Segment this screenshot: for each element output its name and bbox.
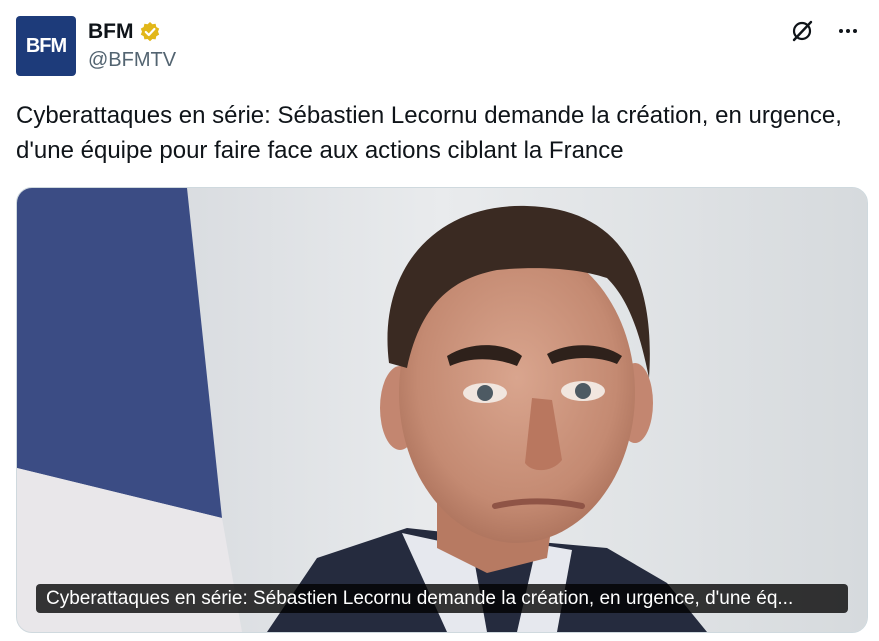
more-dots-icon[interactable] (833, 16, 863, 46)
avatar-logo-text: BFM (25, 34, 67, 57)
media-card[interactable]: Cyberattaques en série: Sébastien Lecorn… (16, 187, 868, 633)
portrait-photo (17, 188, 867, 632)
grok-icon[interactable] (787, 16, 817, 46)
tweet-header: BFM BFM @BFMTV (16, 16, 863, 76)
media-caption: Cyberattaques en série: Sébastien Lecorn… (36, 584, 848, 613)
author-handle[interactable]: @BFMTV (88, 49, 176, 72)
tweet-text: Cyberattaques en série: Sébastien Lecorn… (16, 102, 842, 164)
avatar[interactable]: BFM (16, 16, 76, 76)
author-name[interactable]: BFM (88, 20, 134, 44)
header-actions (787, 16, 863, 46)
verified-badge-icon (139, 21, 161, 43)
author-name-row: BFM (88, 20, 161, 44)
flag-blue (17, 188, 222, 518)
